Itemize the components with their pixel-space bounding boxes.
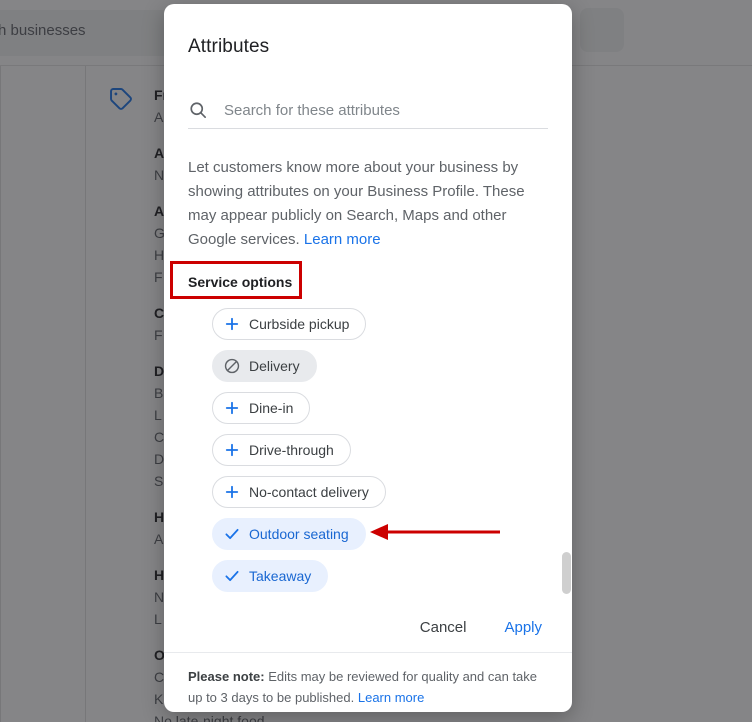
search-input[interactable]	[224, 101, 548, 119]
chip-label: Dine-in	[249, 400, 294, 416]
check-icon	[223, 567, 241, 585]
dialog-title: Attributes	[188, 36, 270, 57]
chip-drive-through[interactable]: Drive-through	[212, 434, 351, 466]
attributes-dialog: Attributes Let customers know more about…	[164, 4, 572, 712]
chip-label: No-contact delivery	[249, 484, 369, 500]
chip-row: Curbside pickup	[212, 308, 552, 350]
check-icon	[223, 525, 241, 543]
chip-takeaway[interactable]: Takeaway	[212, 560, 329, 592]
no-entry-icon	[223, 357, 241, 375]
dialog-actions: Cancel Apply	[164, 602, 572, 652]
footer-divider	[164, 652, 572, 653]
chip-label: Delivery	[249, 358, 300, 374]
attribute-chip-list: Curbside pickup Delivery Dine-in Drive-t…	[212, 308, 552, 602]
chip-label: Drive-through	[249, 442, 334, 458]
search-icon	[188, 100, 208, 120]
chip-no-contact-delivery[interactable]: No-contact delivery	[212, 476, 386, 508]
chip-row: Outdoor seating	[212, 518, 552, 560]
chip-curbside-pickup[interactable]: Curbside pickup	[212, 308, 367, 340]
search-underline	[188, 128, 548, 129]
plus-icon	[223, 399, 241, 417]
intro-text: Let customers know more about your busin…	[188, 156, 546, 252]
plus-icon	[223, 483, 241, 501]
chip-dine-in[interactable]: Dine-in	[212, 392, 311, 424]
chip-row: Drive-through	[212, 434, 552, 476]
chip-label: Curbside pickup	[249, 316, 350, 332]
section-heading-service-options: Service options	[188, 274, 293, 290]
screen: h businesses From the business A Accessi…	[0, 0, 752, 722]
intro-learn-more-link[interactable]: Learn more	[304, 231, 381, 248]
chip-row: Dine-in	[212, 392, 552, 434]
attributes-search-row	[188, 92, 548, 128]
chip-label: Takeaway	[249, 568, 312, 584]
chip-row: No-contact delivery	[212, 476, 552, 518]
cancel-button[interactable]: Cancel	[412, 613, 475, 642]
footer-note: Please note: Edits may be reviewed for q…	[188, 666, 544, 708]
chip-outdoor-seating[interactable]: Outdoor seating	[212, 518, 366, 550]
chip-row: Delivery	[212, 350, 552, 392]
chip-row: Takeaway	[212, 560, 552, 602]
footer-note-prefix: Please note:	[188, 669, 265, 684]
chip-label: Outdoor seating	[249, 526, 349, 542]
chip-delivery[interactable]: Delivery	[212, 350, 317, 382]
footer-learn-more-link[interactable]: Learn more	[358, 690, 424, 705]
plus-icon	[223, 315, 241, 333]
dialog-scrollbar-track[interactable]	[560, 144, 572, 602]
apply-button[interactable]: Apply	[496, 613, 550, 642]
plus-icon	[223, 441, 241, 459]
dialog-scroll-body: Let customers know more about your busin…	[164, 144, 572, 602]
dialog-scrollbar-thumb[interactable]	[562, 552, 571, 594]
